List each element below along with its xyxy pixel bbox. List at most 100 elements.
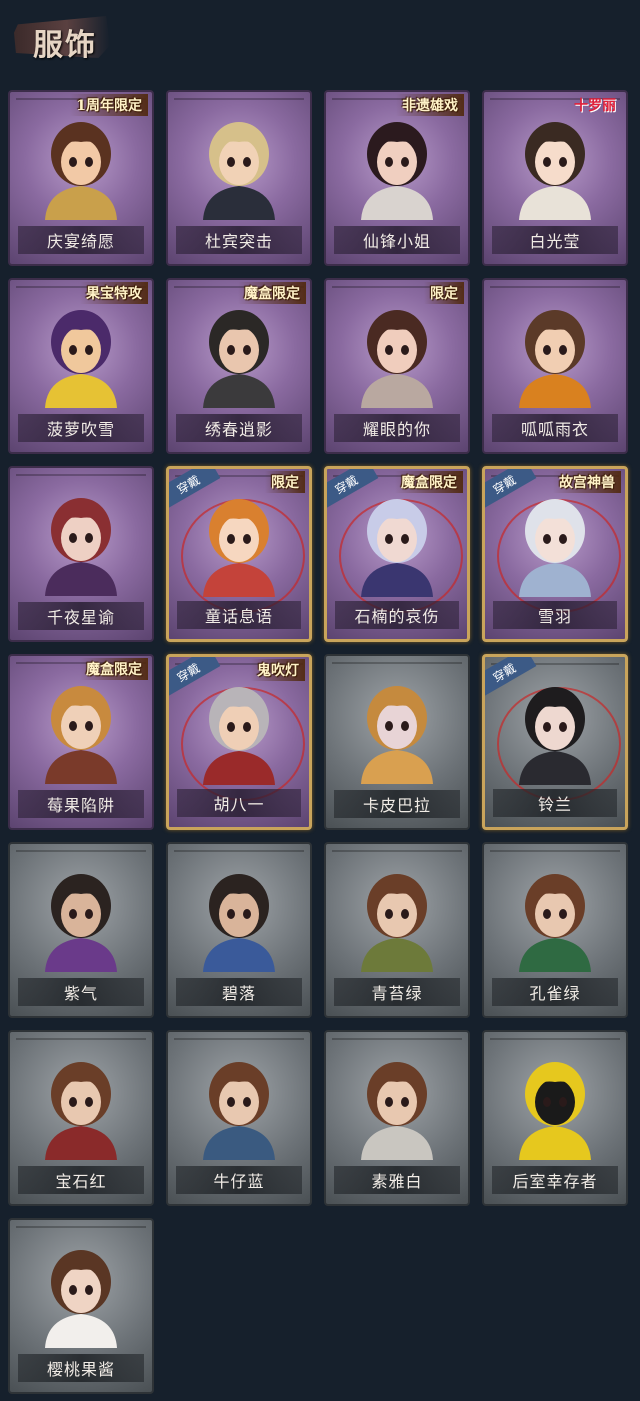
costume-name-bar: 卡皮巴拉 bbox=[334, 790, 460, 818]
costume-card[interactable]: 青苔绿 bbox=[324, 842, 470, 1018]
costume-card[interactable]: 鬼吹灯 穿戴 胡八一 bbox=[166, 654, 312, 830]
costume-card[interactable]: 1周年限定 庆宴绮愿 bbox=[8, 90, 154, 266]
costume-card[interactable]: 碧落 bbox=[166, 842, 312, 1018]
costume-name: 白光莹 bbox=[529, 232, 581, 251]
portrait-outfit bbox=[45, 374, 117, 408]
portrait-left-eye bbox=[69, 533, 77, 543]
costume-name: 后室幸存者 bbox=[512, 1172, 598, 1191]
portrait-right-eye bbox=[559, 534, 567, 544]
edition-badge: 非遗雄戏 bbox=[396, 94, 464, 116]
card-frame-line bbox=[174, 1038, 304, 1040]
costume-card[interactable]: 故宫神兽 穿戴 雪羽 bbox=[482, 466, 628, 642]
card-frame-line bbox=[490, 850, 620, 852]
costume-card[interactable]: 十罗丽白光莹 bbox=[482, 90, 628, 266]
character-portrait bbox=[203, 874, 275, 972]
character-portrait bbox=[45, 874, 117, 972]
portrait-right-eye bbox=[401, 157, 409, 167]
card-frame-line bbox=[16, 1226, 146, 1228]
portrait-face bbox=[535, 704, 575, 750]
character-portrait bbox=[203, 687, 275, 785]
card-frame-line bbox=[174, 98, 304, 100]
costume-card[interactable]: 杜宾突击 bbox=[166, 90, 312, 266]
costume-card[interactable]: 千夜星谕 bbox=[8, 466, 154, 642]
character-portrait bbox=[519, 874, 591, 972]
costume-name-bar: 石楠的哀伤 bbox=[335, 601, 459, 629]
costume-card[interactable]: 魔盒限定 穿戴 石楠的哀伤 bbox=[324, 466, 470, 642]
portrait-outfit bbox=[361, 750, 433, 784]
costume-card[interactable]: 限定 耀眼的你 bbox=[324, 278, 470, 454]
costume-card[interactable]: 穿戴 铃兰 bbox=[482, 654, 628, 830]
costume-name-bar: 菠萝吹雪 bbox=[18, 414, 144, 442]
character-portrait bbox=[519, 687, 591, 785]
costume-card[interactable]: 牛仔蓝 bbox=[166, 1030, 312, 1206]
costume-card[interactable]: 非遗雄戏仙锋小姐 bbox=[324, 90, 470, 266]
costume-card[interactable]: 限定 穿戴 童话息语 bbox=[166, 466, 312, 642]
costume-card[interactable]: 紫气 bbox=[8, 842, 154, 1018]
portrait-outfit bbox=[45, 562, 117, 596]
card-frame-line bbox=[16, 474, 146, 476]
portrait-right-eye bbox=[401, 1097, 409, 1107]
costume-name: 千夜星谕 bbox=[46, 608, 115, 627]
costume-name: 呱呱雨衣 bbox=[520, 420, 589, 439]
portrait-left-eye bbox=[227, 722, 235, 732]
portrait-left-eye bbox=[385, 909, 393, 919]
character-portrait bbox=[361, 1062, 433, 1160]
portrait-outfit bbox=[45, 938, 117, 972]
costume-card[interactable]: 樱桃果酱 bbox=[8, 1218, 154, 1394]
costume-name-bar: 牛仔蓝 bbox=[176, 1166, 302, 1194]
portrait-face bbox=[219, 516, 259, 562]
costume-name: 杜宾突击 bbox=[204, 232, 273, 251]
costume-name-bar: 仙锋小姐 bbox=[334, 226, 460, 254]
portrait-face bbox=[535, 139, 575, 185]
costume-card[interactable]: 魔盒限定 莓果陷阱 bbox=[8, 654, 154, 830]
portrait-outfit bbox=[519, 186, 591, 220]
portrait-face bbox=[219, 704, 259, 750]
portrait-outfit bbox=[361, 1126, 433, 1160]
costume-name-bar: 杜宾突击 bbox=[176, 226, 302, 254]
card-frame-line bbox=[490, 286, 620, 288]
edition-badge: 1周年限定 bbox=[70, 94, 148, 116]
portrait-face bbox=[61, 1267, 101, 1313]
portrait-left-eye bbox=[385, 157, 393, 167]
costume-card[interactable]: 卡皮巴拉 bbox=[324, 654, 470, 830]
portrait-right-eye bbox=[243, 909, 251, 919]
character-portrait bbox=[45, 310, 117, 408]
costume-name-bar: 樱桃果酱 bbox=[18, 1354, 144, 1382]
portrait-outfit bbox=[361, 563, 433, 597]
costume-name: 绣春逍影 bbox=[204, 420, 273, 439]
costume-card[interactable]: 孔雀绿 bbox=[482, 842, 628, 1018]
portrait-face bbox=[377, 703, 417, 749]
costume-name: 牛仔蓝 bbox=[213, 1172, 265, 1191]
edition-badge: 限定 bbox=[265, 471, 305, 493]
costume-card[interactable]: 果宝特攻 菠萝吹雪 bbox=[8, 278, 154, 454]
edition-badge: 十罗丽 bbox=[574, 98, 616, 114]
costume-card[interactable]: 素雅白 bbox=[324, 1030, 470, 1206]
character-portrait bbox=[45, 1250, 117, 1348]
costume-name: 胡八一 bbox=[213, 795, 265, 814]
portrait-outfit bbox=[203, 186, 275, 220]
portrait-right-eye bbox=[559, 722, 567, 732]
costume-name-bar: 胡八一 bbox=[177, 789, 301, 817]
portrait-left-eye bbox=[227, 157, 235, 167]
costume-name-bar: 童话息语 bbox=[177, 601, 301, 629]
costume-card[interactable]: 呱呱雨衣 bbox=[482, 278, 628, 454]
portrait-face bbox=[377, 327, 417, 373]
portrait-face bbox=[535, 327, 575, 373]
costume-card[interactable]: 后室幸存者 bbox=[482, 1030, 628, 1206]
portrait-right-eye bbox=[559, 1097, 567, 1107]
portrait-left-eye bbox=[69, 909, 77, 919]
character-portrait bbox=[361, 874, 433, 972]
character-portrait bbox=[203, 499, 275, 597]
portrait-outfit bbox=[203, 374, 275, 408]
costume-card[interactable]: 魔盒限定 绣春逍影 bbox=[166, 278, 312, 454]
portrait-left-eye bbox=[543, 722, 551, 732]
portrait-outfit bbox=[203, 751, 275, 785]
portrait-right-eye bbox=[85, 157, 93, 167]
character-portrait bbox=[361, 686, 433, 784]
costume-name: 童话息语 bbox=[204, 607, 273, 626]
costume-name: 卡皮巴拉 bbox=[362, 796, 431, 815]
costume-card[interactable]: 宝石红 bbox=[8, 1030, 154, 1206]
portrait-outfit bbox=[519, 563, 591, 597]
portrait-right-eye bbox=[559, 157, 567, 167]
card-frame-line bbox=[16, 850, 146, 852]
